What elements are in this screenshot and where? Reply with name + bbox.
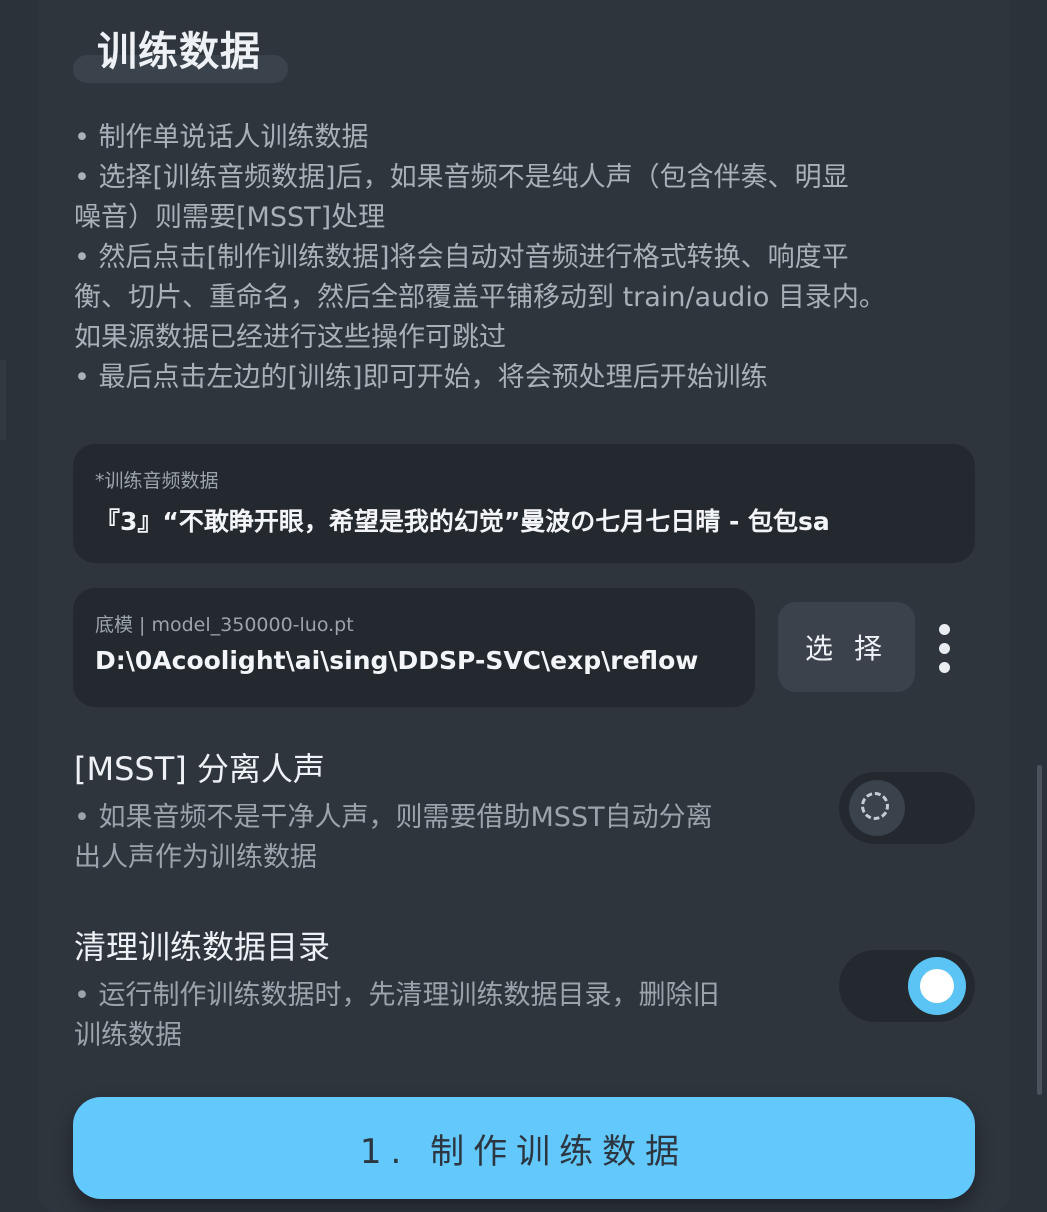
training-audio-field[interactable]: *训练音频数据 『3』“不敢睁开眼，希望是我的幻觉”曼波の七月七日晴 - 包包s… xyxy=(73,444,975,563)
training-audio-label: *训练音频数据 xyxy=(95,470,219,492)
clean-option-title: 清理训练数据目录 xyxy=(74,928,331,966)
instruction-line: • 最后点击左边的[训练]即可开始，将会预处理后开始训练 xyxy=(74,362,768,393)
section-title: 训练数据 xyxy=(97,29,261,75)
instruction-line: 衡、切片、重命名，然后全部覆盖平铺移动到 train/audio 目录内。 xyxy=(74,282,886,313)
toggle-knob xyxy=(849,780,905,836)
dot xyxy=(939,662,950,673)
clean-desc-line: • 运行制作训练数据时，先清理训练数据目录，删除旧 xyxy=(74,980,720,1011)
more-options-icon[interactable] xyxy=(930,622,960,676)
instructions: • 制作单说话人训练数据 • 选择[训练音频数据]后，如果音频不是纯人声（包含伴… xyxy=(74,118,954,398)
toggle-knob-center xyxy=(920,969,954,1003)
base-model-label: 底模 | model_350000-luo.pt xyxy=(95,614,354,636)
make-training-data-button[interactable]: 1. 制作训练数据 xyxy=(73,1097,975,1199)
base-model-path[interactable]: D:\0Acoolight\ai\sing\DDSP-SVC\exp\reflo… xyxy=(95,646,735,675)
msst-toggle[interactable] xyxy=(839,772,975,844)
window-edge xyxy=(0,360,6,440)
msst-desc-line: • 如果音频不是干净人声，则需要借助MSST自动分离 xyxy=(74,802,713,833)
section-header: 训练数据 xyxy=(73,28,288,83)
dot xyxy=(939,643,950,654)
training-audio-value[interactable]: 『3』“不敢睁开眼，希望是我的幻觉”曼波の七月七日晴 - 包包sa xyxy=(95,502,955,538)
select-model-button[interactable]: 选 择 xyxy=(778,602,915,692)
clean-desc-line: 训练数据 xyxy=(74,1020,182,1051)
scrollbar[interactable] xyxy=(1037,765,1042,1095)
clean-option-desc: • 运行制作训练数据时，先清理训练数据目录，删除旧 训练数据 xyxy=(74,976,814,1056)
dot xyxy=(939,624,950,635)
instruction-line: • 制作单说话人训练数据 xyxy=(74,122,369,153)
instruction-line: 噪音）则需要[MSST]处理 xyxy=(74,202,386,233)
loading-icon xyxy=(861,792,889,820)
instruction-line: 如果源数据已经进行这些操作可跳过 xyxy=(74,322,506,353)
msst-option-title: [MSST] 分离人声 xyxy=(74,750,325,788)
instruction-line: • 然后点击[制作训练数据]将会自动对音频进行格式转换、响度平 xyxy=(74,242,849,273)
toggle-knob xyxy=(908,957,966,1015)
clean-toggle[interactable] xyxy=(839,950,975,1022)
base-model-field[interactable]: 底模 | model_350000-luo.pt D:\0Acoolight\a… xyxy=(73,588,755,707)
msst-desc-line: 出人声作为训练数据 xyxy=(74,842,317,873)
msst-option-desc: • 如果音频不是干净人声，则需要借助MSST自动分离 出人声作为训练数据 xyxy=(74,798,814,878)
instruction-line: • 选择[训练音频数据]后，如果音频不是纯人声（包含伴奏、明显 xyxy=(74,162,849,193)
